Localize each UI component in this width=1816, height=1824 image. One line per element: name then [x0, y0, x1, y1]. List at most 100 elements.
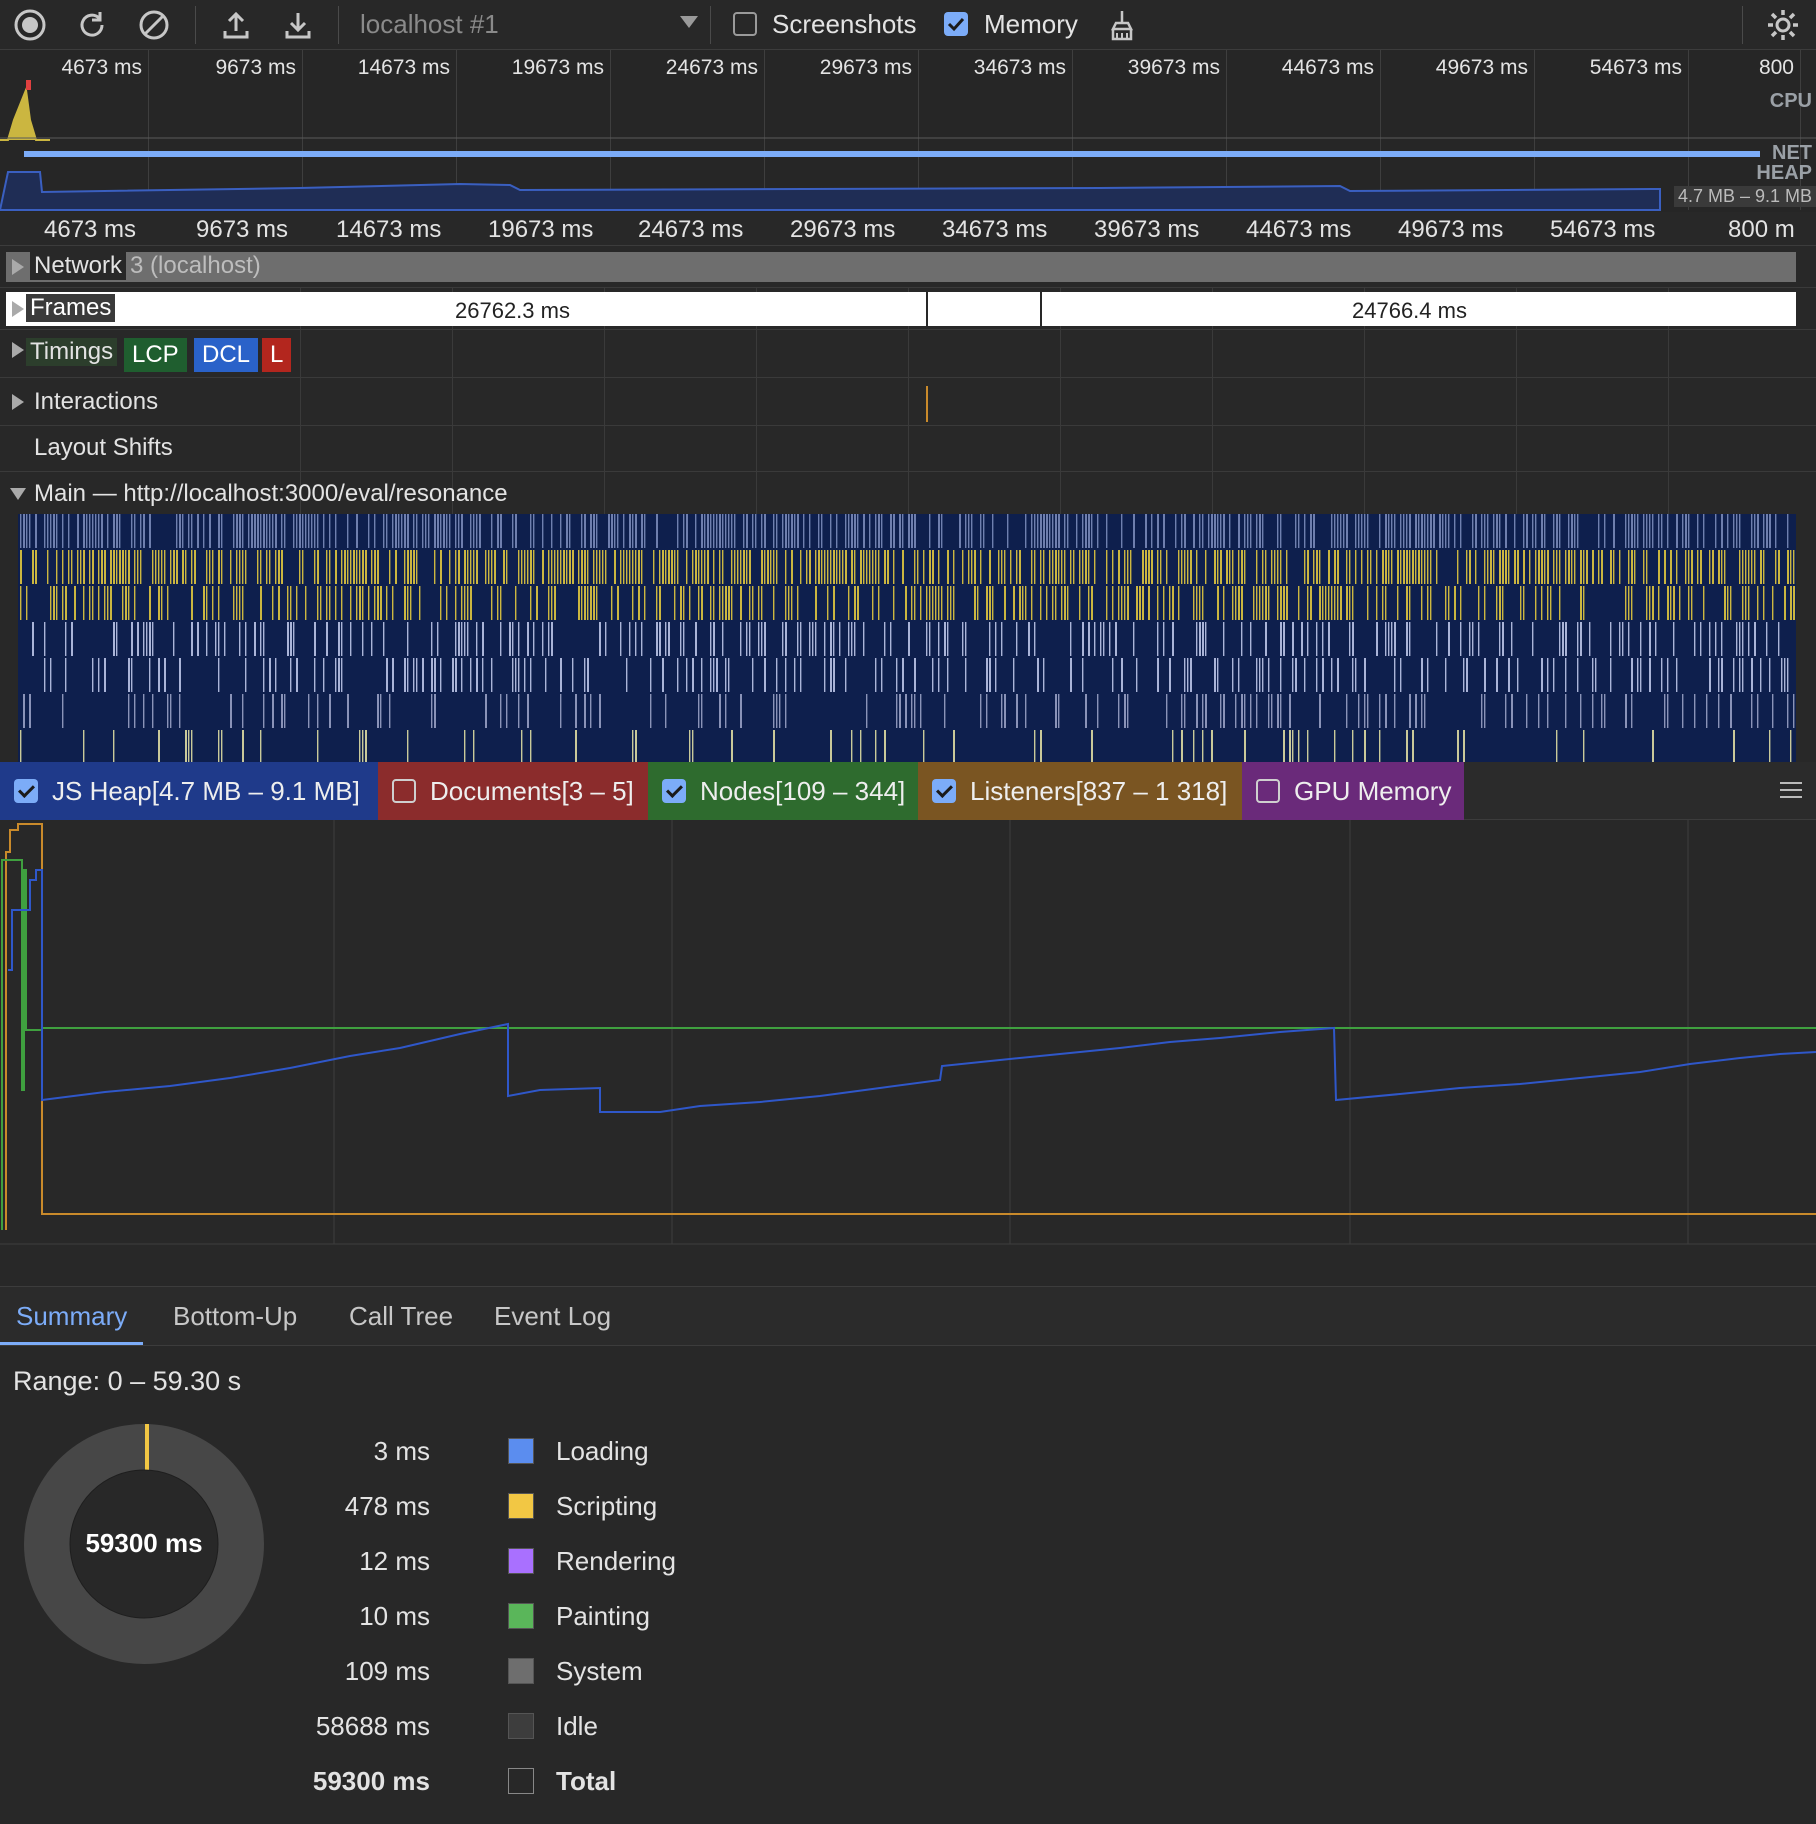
frame-bar[interactable] [928, 292, 1040, 326]
expand-triangle-icon[interactable] [12, 301, 24, 317]
network-track[interactable]: Network 3 (localhost) [0, 246, 1816, 288]
expand-triangle-icon[interactable] [12, 394, 24, 410]
flame-event [335, 658, 337, 692]
lcp-marker[interactable]: LCP [124, 338, 187, 372]
timeline-overview[interactable]: 4673 ms 9673 ms 14673 ms 19673 ms 24673 ms 29… [0, 50, 1816, 212]
counter-checkbox[interactable] [1256, 779, 1280, 803]
flame-event [947, 586, 949, 620]
flame-event [1307, 550, 1309, 584]
flame-event [473, 514, 475, 548]
counter-toggle[interactable]: Documents[3 – 5] [378, 762, 648, 820]
expand-triangle-icon[interactable] [12, 259, 24, 275]
flame-event [275, 514, 277, 548]
tab-call-tree[interactable]: Call Tree [349, 1287, 453, 1345]
flame-event [578, 550, 580, 584]
flame-event [416, 550, 418, 584]
flame-event [974, 586, 976, 620]
flame-event [497, 586, 499, 620]
target-select[interactable]: localhost #1 [360, 8, 499, 40]
flame-event [1496, 586, 1498, 620]
counter-toggle[interactable]: Listeners[837 – 1 318] [918, 762, 1242, 820]
flame-event [347, 514, 349, 548]
garbage-collect-icon[interactable] [1102, 5, 1142, 45]
flame-event [1202, 730, 1204, 762]
ruler-tick-label: 44673 ms [1246, 216, 1352, 243]
flame-event [311, 514, 313, 548]
flame-event [851, 622, 853, 656]
counter-toggle[interactable]: JS Heap[4.7 MB – 9.1 MB] [0, 762, 378, 820]
interactions-track[interactable]: Interactions [0, 378, 1816, 426]
download-icon[interactable] [278, 5, 318, 45]
counter-checkbox[interactable] [932, 779, 956, 803]
load-marker[interactable]: L [262, 338, 292, 372]
flame-event [596, 514, 598, 548]
flame-event [1043, 550, 1045, 584]
flame-event [998, 550, 1000, 584]
dcl-marker[interactable]: DCL [194, 338, 259, 372]
counter-toggle[interactable]: Nodes[109 – 344] [648, 762, 918, 820]
flame-event [374, 550, 376, 584]
flame-event [119, 514, 121, 548]
flame-event [797, 586, 799, 620]
flame-event [1718, 550, 1720, 584]
flame-event [1064, 514, 1066, 548]
flame-event [962, 622, 964, 656]
upload-icon[interactable] [216, 5, 256, 45]
counter-toggle[interactable]: GPU Memory [1242, 762, 1464, 820]
main-flame-chart[interactable] [0, 514, 1816, 762]
flame-event [191, 586, 193, 620]
clear-icon[interactable] [134, 5, 174, 45]
frames-track[interactable]: Frames 26762.3 ms 24766.4 ms [0, 288, 1816, 330]
tab-bottom-up[interactable]: Bottom-Up [173, 1287, 297, 1345]
flame-event [1319, 694, 1321, 728]
chevron-down-icon[interactable] [680, 16, 698, 28]
flame-event [710, 622, 712, 656]
flame-event [929, 550, 931, 584]
flame-event [1106, 586, 1108, 620]
menu-icon[interactable] [1780, 782, 1802, 798]
flame-event [770, 550, 772, 584]
counter-checkbox[interactable] [14, 779, 38, 803]
tab-summary[interactable]: Summary [0, 1287, 144, 1345]
screenshots-checkbox[interactable] [733, 12, 757, 36]
flame-event [1370, 550, 1372, 584]
layout-shifts-track[interactable]: Layout Shifts [0, 426, 1816, 472]
flame-event [887, 550, 889, 584]
flame-event [359, 586, 361, 620]
counter-checkbox[interactable] [662, 779, 686, 803]
counter-checkbox[interactable] [392, 779, 416, 803]
timings-track[interactable]: Timings LCP DCL L [0, 330, 1816, 378]
flame-event [527, 550, 529, 584]
settings-gear-icon[interactable] [1763, 5, 1803, 45]
flame-event [695, 622, 697, 656]
flame-event [164, 550, 166, 584]
tab-event-log[interactable]: Event Log [494, 1287, 611, 1345]
flame-event [1193, 586, 1195, 620]
flame-event [1163, 586, 1165, 620]
flame-event [239, 586, 241, 620]
flame-event [1406, 730, 1408, 762]
record-icon[interactable] [10, 5, 50, 45]
flame-event [1040, 730, 1042, 762]
flame-event [1013, 586, 1015, 620]
collapse-triangle-icon[interactable] [10, 488, 26, 500]
flame-event [179, 694, 181, 728]
flame-event [272, 514, 274, 548]
flame-event [1385, 694, 1387, 728]
reload-record-icon[interactable] [72, 5, 112, 45]
flame-event [1793, 694, 1795, 728]
flame-event [722, 586, 724, 620]
flame-event [65, 622, 67, 656]
flame-event [62, 586, 64, 620]
flame-event [842, 550, 844, 584]
expand-triangle-icon[interactable] [12, 342, 24, 358]
interaction-mark[interactable] [926, 386, 928, 422]
memory-counters-bar: JS Heap[4.7 MB – 9.1 MB] Documents[3 – 5]… [0, 762, 1816, 820]
flame-event [1688, 514, 1690, 548]
flame-event [530, 514, 532, 548]
flame-event [134, 586, 136, 620]
memory-checkbox[interactable] [944, 12, 968, 36]
main-track-header[interactable]: Main — http://localhost:3000/eval/resona… [0, 472, 1816, 514]
flame-event [1757, 586, 1759, 620]
flame-event [1367, 514, 1369, 548]
